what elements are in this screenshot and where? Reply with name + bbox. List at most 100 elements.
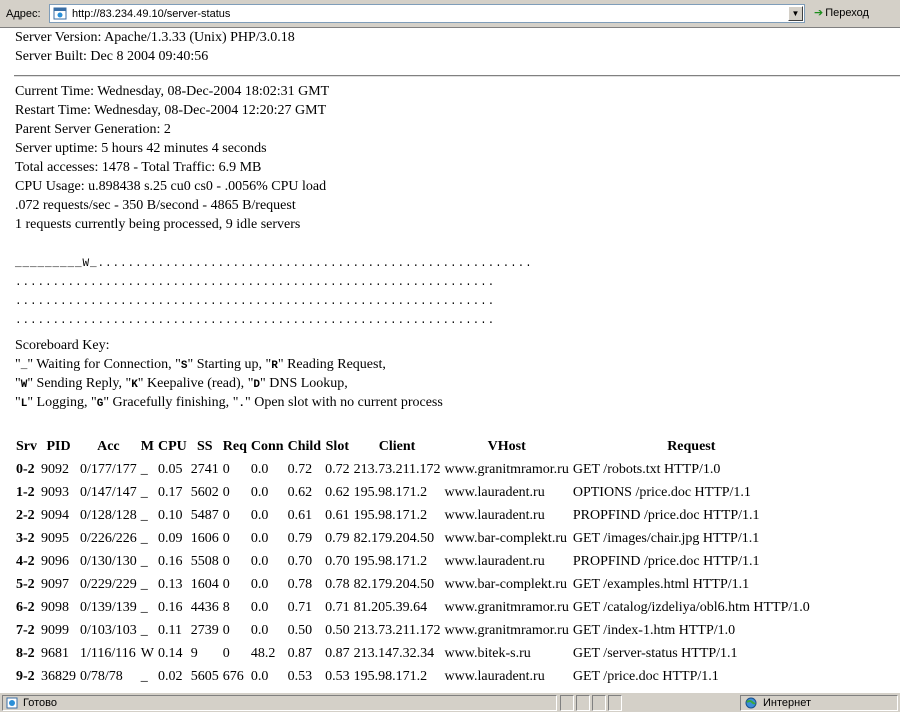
page-icon: [53, 7, 67, 20]
table-row: 2-2 9094 0/128/128 _ 0.10 5487 0 0.0 0.61 0.61 195…: [14, 504, 812, 527]
key-desc: Starting up,: [193, 357, 266, 372]
address-url[interactable]: http://83.234.49.10/server-status: [72, 8, 230, 20]
server-built: Server Built: Dec 8 2004 09:40:56: [15, 49, 209, 64]
status-bar: Готово Интернет: [0, 692, 900, 712]
cell-cpu: 0.05: [158, 461, 183, 477]
col-child: Child: [287, 438, 322, 454]
key-desc: Reading Request,: [283, 357, 386, 372]
cell-req: 0: [222, 461, 230, 477]
cell-request: GET /robots.txt HTTP/1.0: [572, 461, 721, 477]
server-version: Server Version: Apache/1.3.33 (Unix) PHP…: [15, 30, 295, 45]
address-dropdown-button[interactable]: ▼: [788, 6, 803, 21]
key-code: R: [271, 360, 278, 372]
cell-cpu: 0.02: [158, 668, 183, 684]
cell-request: GET /server-status HTTP/1.1: [572, 645, 738, 661]
cell-cpu: 0.11: [158, 622, 182, 638]
col-ss: SS: [196, 438, 213, 454]
security-zone: Интернет: [740, 695, 898, 711]
cell-srv: 1-2: [16, 484, 35, 500]
cell-client: 82.179.204.50: [353, 530, 435, 546]
cell-pid: 9096: [41, 553, 69, 569]
zone-text: Интернет: [763, 697, 811, 709]
cell-vhost: www.granitmramor.ru: [444, 599, 569, 615]
key-desc: Keepalive (read),: [143, 376, 248, 391]
table-row: 4-2 9096 0/130/130 _ 0.16 5508 0 0.0 0.70 0.70 195…: [14, 550, 812, 573]
status-separator: [592, 695, 606, 711]
cell-child: 0.61: [287, 507, 313, 523]
cell-pid: 9097: [41, 576, 69, 592]
cell-vhost: www.lauradent.ru: [444, 484, 545, 500]
cell-req: 676: [222, 668, 244, 684]
status-separator: [560, 695, 574, 711]
cell-srv: 0-2: [16, 461, 35, 477]
cell-acc: 0/78/78: [80, 668, 123, 684]
cell-vhost: www.lauradent.ru: [444, 668, 545, 684]
cell-slot: 0.53: [325, 668, 350, 684]
cell-vhost: www.granitmramor.ru: [444, 461, 569, 477]
cell-srv: 9-2: [16, 668, 35, 684]
cell-conn: 0.0: [250, 507, 269, 523]
cell-acc: 0/128/128: [80, 507, 137, 523]
cell-cpu: 0.16: [158, 599, 183, 615]
cell-m: _: [140, 576, 148, 592]
cell-vhost: www.granitmramor.ru: [444, 622, 569, 638]
cell-request: GET /examples.html HTTP/1.1: [572, 576, 750, 592]
globe-icon: [745, 697, 757, 709]
cell-cpu: 0.13: [158, 576, 183, 592]
page-content: Server Version: Apache/1.3.33 (Unix) PHP…: [0, 29, 900, 691]
cell-vhost: www.bitek-s.ru: [444, 645, 531, 661]
chevron-down-icon: ▼: [791, 9, 800, 18]
cell-pid: 9099: [41, 622, 69, 638]
page-done-icon: [6, 697, 18, 709]
cell-conn: 0.0: [250, 622, 269, 638]
cell-client: 195.98.171.2: [353, 553, 428, 569]
cell-m: _: [140, 530, 148, 546]
cell-request: PROPFIND /price.doc HTTP/1.1: [572, 507, 760, 523]
cell-child: 0.72: [287, 461, 313, 477]
address-bar: Адрес: http://83.234.49.10/server-status…: [0, 0, 900, 28]
horizontal-rule: [14, 75, 900, 77]
scoreboard-line: ........................................…: [15, 296, 496, 308]
table-row: 5-2 9097 0/229/229 _ 0.13 1604 0 0.0 0.78 0.78 82.…: [14, 573, 812, 596]
cell-conn: 0.0: [250, 668, 269, 684]
col-client: Client: [378, 438, 416, 454]
cell-ss: 5602: [190, 484, 219, 500]
cell-pid: 9095: [41, 530, 69, 546]
cell-request: GET /catalog/izdeliya/obl6.htm HTTP/1.0: [572, 599, 810, 615]
cell-srv: 8-2: [16, 645, 35, 661]
table-row: 9-2 36829 0/78/78 _ 0.02 5605 676 0.0 0.53 0.53 19…: [14, 665, 812, 688]
cell-pid: 9098: [41, 599, 69, 615]
scoreboard-key-line: "_" Waiting for Connection, "S" Starting…: [15, 357, 386, 372]
status-text: Готово: [23, 697, 57, 709]
cell-m: W: [140, 645, 154, 661]
cell-request: PROPFIND /price.doc HTTP/1.1: [572, 553, 760, 569]
scoreboard-line: ........................................…: [15, 315, 496, 327]
col-m: M: [140, 438, 154, 454]
cell-child: 0.50: [287, 622, 313, 638]
scoreboard-key-line: "W" Sending Reply, "K" Keepalive (read),…: [15, 376, 348, 391]
cell-cpu: 0.10: [158, 507, 183, 523]
cell-ss: 5487: [190, 507, 219, 523]
cell-ss: 2741: [190, 461, 219, 477]
cell-child: 0.53: [287, 668, 313, 684]
cell-conn: 48.2: [250, 645, 276, 661]
go-label: Переход: [825, 7, 869, 19]
status-table: Srv PID Acc M CPU SS Req Conn Child Slot…: [14, 435, 812, 688]
cell-conn: 0.0: [250, 530, 269, 546]
go-button[interactable]: ➔ Переход: [814, 6, 869, 19]
cell-m: _: [140, 484, 148, 500]
table-header-row: Srv PID Acc M CPU SS Req Conn Child Slot…: [14, 435, 812, 458]
status-separator: [608, 695, 622, 711]
cell-srv: 3-2: [16, 530, 35, 546]
cpu-usage: CPU Usage: u.898438 s.25 cu0 cs0 - .0056…: [15, 179, 327, 194]
cell-pid: 36829: [41, 668, 76, 684]
current-time: Current Time: Wednesday, 08-Dec-2004 18:…: [15, 84, 330, 99]
table-row: 3-2 9095 0/226/226 _ 0.09 1606 0 0.0 0.79 0.79 82.…: [14, 527, 812, 550]
cell-child: 0.78: [287, 576, 313, 592]
table-row: 0-2 9092 0/177/177 _ 0.05 2741 0 0.0 0.72 0.72 213…: [14, 458, 812, 481]
cell-ss: 2739: [190, 622, 219, 638]
cell-m: _: [140, 599, 148, 615]
address-input[interactable]: http://83.234.49.10/server-status ▼: [49, 4, 805, 23]
key-code: .: [238, 398, 246, 410]
col-slot: Slot: [325, 438, 349, 454]
